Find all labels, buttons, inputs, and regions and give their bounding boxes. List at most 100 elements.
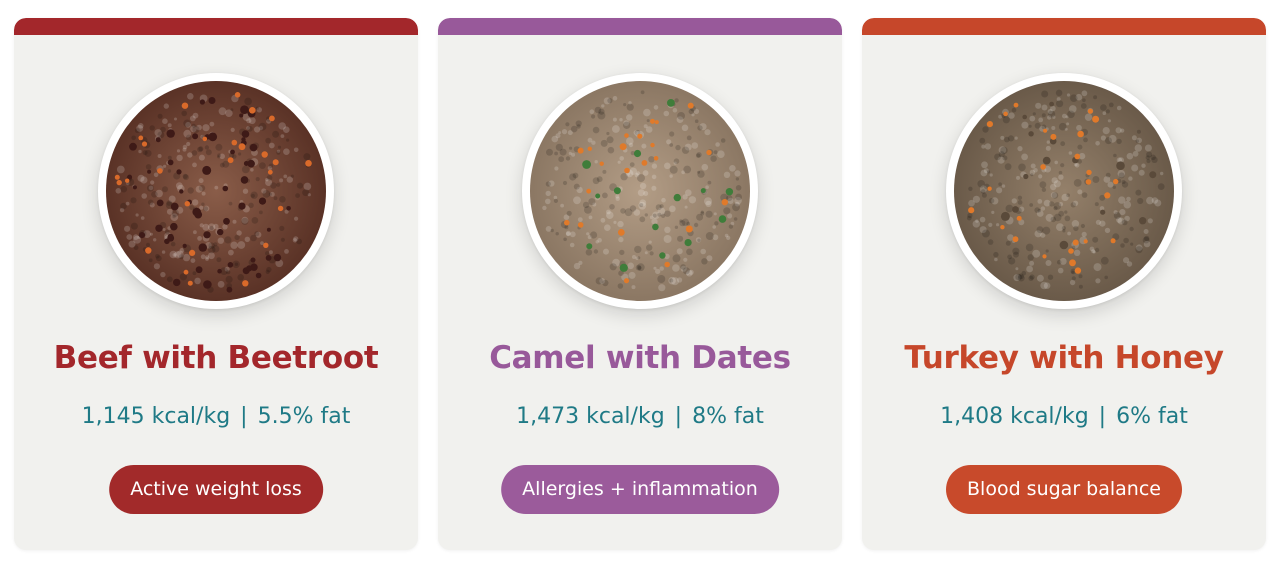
- benefit-tag-button[interactable]: Blood sugar balance: [946, 465, 1182, 514]
- food-texture: [1105, 137, 1112, 145]
- vegetable-piece: [624, 167, 630, 174]
- food-texture: [1066, 122, 1070, 126]
- food-texture: [155, 255, 162, 262]
- food-texture: [1054, 160, 1058, 165]
- food-texture: [609, 204, 615, 210]
- vegetable-piece: [617, 229, 625, 236]
- food-speck: [167, 159, 174, 166]
- food-texture: [268, 250, 273, 255]
- food-texture: [642, 170, 649, 176]
- food-texture: [705, 200, 712, 208]
- food-texture: [145, 242, 151, 247]
- vegetable-piece: [234, 92, 241, 98]
- food-texture: [651, 174, 657, 180]
- food-texture: [1131, 164, 1139, 172]
- food-texture: [225, 275, 233, 283]
- food-texture: [968, 186, 973, 191]
- food-texture: [664, 162, 671, 170]
- card-accent-bar: [862, 18, 1266, 35]
- food-texture: [1011, 107, 1017, 113]
- food-speck: [265, 255, 272, 261]
- food-texture: [191, 150, 198, 156]
- food-speck: [586, 243, 593, 250]
- food-texture: [172, 214, 176, 219]
- food-texture: [290, 174, 294, 178]
- food-texture: [1143, 229, 1149, 234]
- food-texture: [1064, 210, 1068, 214]
- food-texture: [639, 203, 644, 208]
- food-texture: [628, 271, 636, 279]
- food-texture: [651, 185, 657, 191]
- food-texture: [244, 236, 250, 242]
- food-texture: [602, 192, 608, 199]
- food-texture: [589, 109, 595, 114]
- food-texture: [115, 188, 122, 194]
- food-texture: [562, 180, 568, 186]
- food-texture: [1038, 174, 1043, 179]
- food-texture: [1029, 274, 1035, 280]
- food-texture: [682, 194, 688, 200]
- fat-value: 6% fat: [1116, 404, 1188, 429]
- food-speck: [718, 215, 727, 223]
- food-texture: [1045, 145, 1051, 151]
- benefit-tag-button[interactable]: Active weight loss: [109, 465, 323, 514]
- food-texture: [1081, 90, 1088, 97]
- product-card-camel[interactable]: Camel with Dates 1,473 kcal/kg | 8% fat Al…: [438, 18, 842, 550]
- food-texture: [626, 114, 633, 121]
- food-speck: [582, 160, 591, 169]
- food-texture: [1017, 195, 1023, 200]
- vegetable-piece: [1069, 259, 1076, 267]
- food-texture: [991, 210, 995, 214]
- stats-separator: |: [674, 404, 683, 429]
- food-texture: [643, 108, 651, 117]
- food-texture: [116, 165, 125, 174]
- food-texture: [265, 251, 270, 256]
- food-texture: [1066, 93, 1071, 97]
- food-texture: [694, 119, 699, 123]
- food-texture: [563, 237, 567, 242]
- product-title: Beef with Beetroot: [53, 340, 379, 376]
- food-texture: [145, 164, 152, 170]
- food-texture: [607, 98, 613, 104]
- food-texture: [147, 199, 154, 206]
- food-texture: [1120, 128, 1125, 133]
- vegetable-piece: [1072, 239, 1079, 246]
- food-texture: [150, 180, 155, 185]
- food-texture: [697, 170, 705, 178]
- food-texture: [729, 165, 736, 172]
- food-texture: [1089, 246, 1095, 252]
- vegetable-piece: [267, 169, 273, 175]
- food-texture: [1000, 135, 1005, 140]
- food-texture: [612, 117, 617, 122]
- food-texture: [1057, 267, 1064, 274]
- food-texture: [276, 182, 281, 187]
- food-texture: [631, 285, 636, 290]
- vegetable-piece: [1074, 267, 1082, 274]
- food-texture: [648, 156, 655, 163]
- product-card-turkey[interactable]: Turkey with Honey 1,408 kcal/kg | 6% fat B…: [862, 18, 1266, 550]
- benefit-tag-button[interactable]: Allergies + inflammation: [501, 465, 779, 514]
- food-texture: [693, 222, 699, 228]
- food-texture: [178, 254, 185, 260]
- food-speck: [203, 280, 212, 289]
- food-texture: [250, 168, 254, 172]
- food-speck: [1049, 101, 1054, 107]
- food-speck: [1059, 240, 1069, 250]
- vegetable-piece: [650, 142, 655, 148]
- food-texture: [585, 249, 593, 256]
- food-texture: [577, 217, 583, 223]
- food-speck: [239, 113, 244, 118]
- food-texture: [728, 224, 734, 229]
- food-texture: [1017, 200, 1023, 205]
- food-speck: [241, 130, 250, 138]
- product-card-beef[interactable]: Beef with Beetroot 1,145 kcal/kg | 5.5% fa…: [14, 18, 418, 550]
- food-texture: [558, 131, 562, 135]
- food-texture: [1036, 226, 1044, 234]
- food-texture: [588, 215, 593, 220]
- food-texture: [192, 271, 197, 276]
- food-texture: [602, 279, 609, 287]
- food-texture: [1004, 163, 1012, 171]
- food-texture: [619, 118, 623, 122]
- food-texture: [1076, 124, 1082, 131]
- food-texture: [1100, 104, 1107, 111]
